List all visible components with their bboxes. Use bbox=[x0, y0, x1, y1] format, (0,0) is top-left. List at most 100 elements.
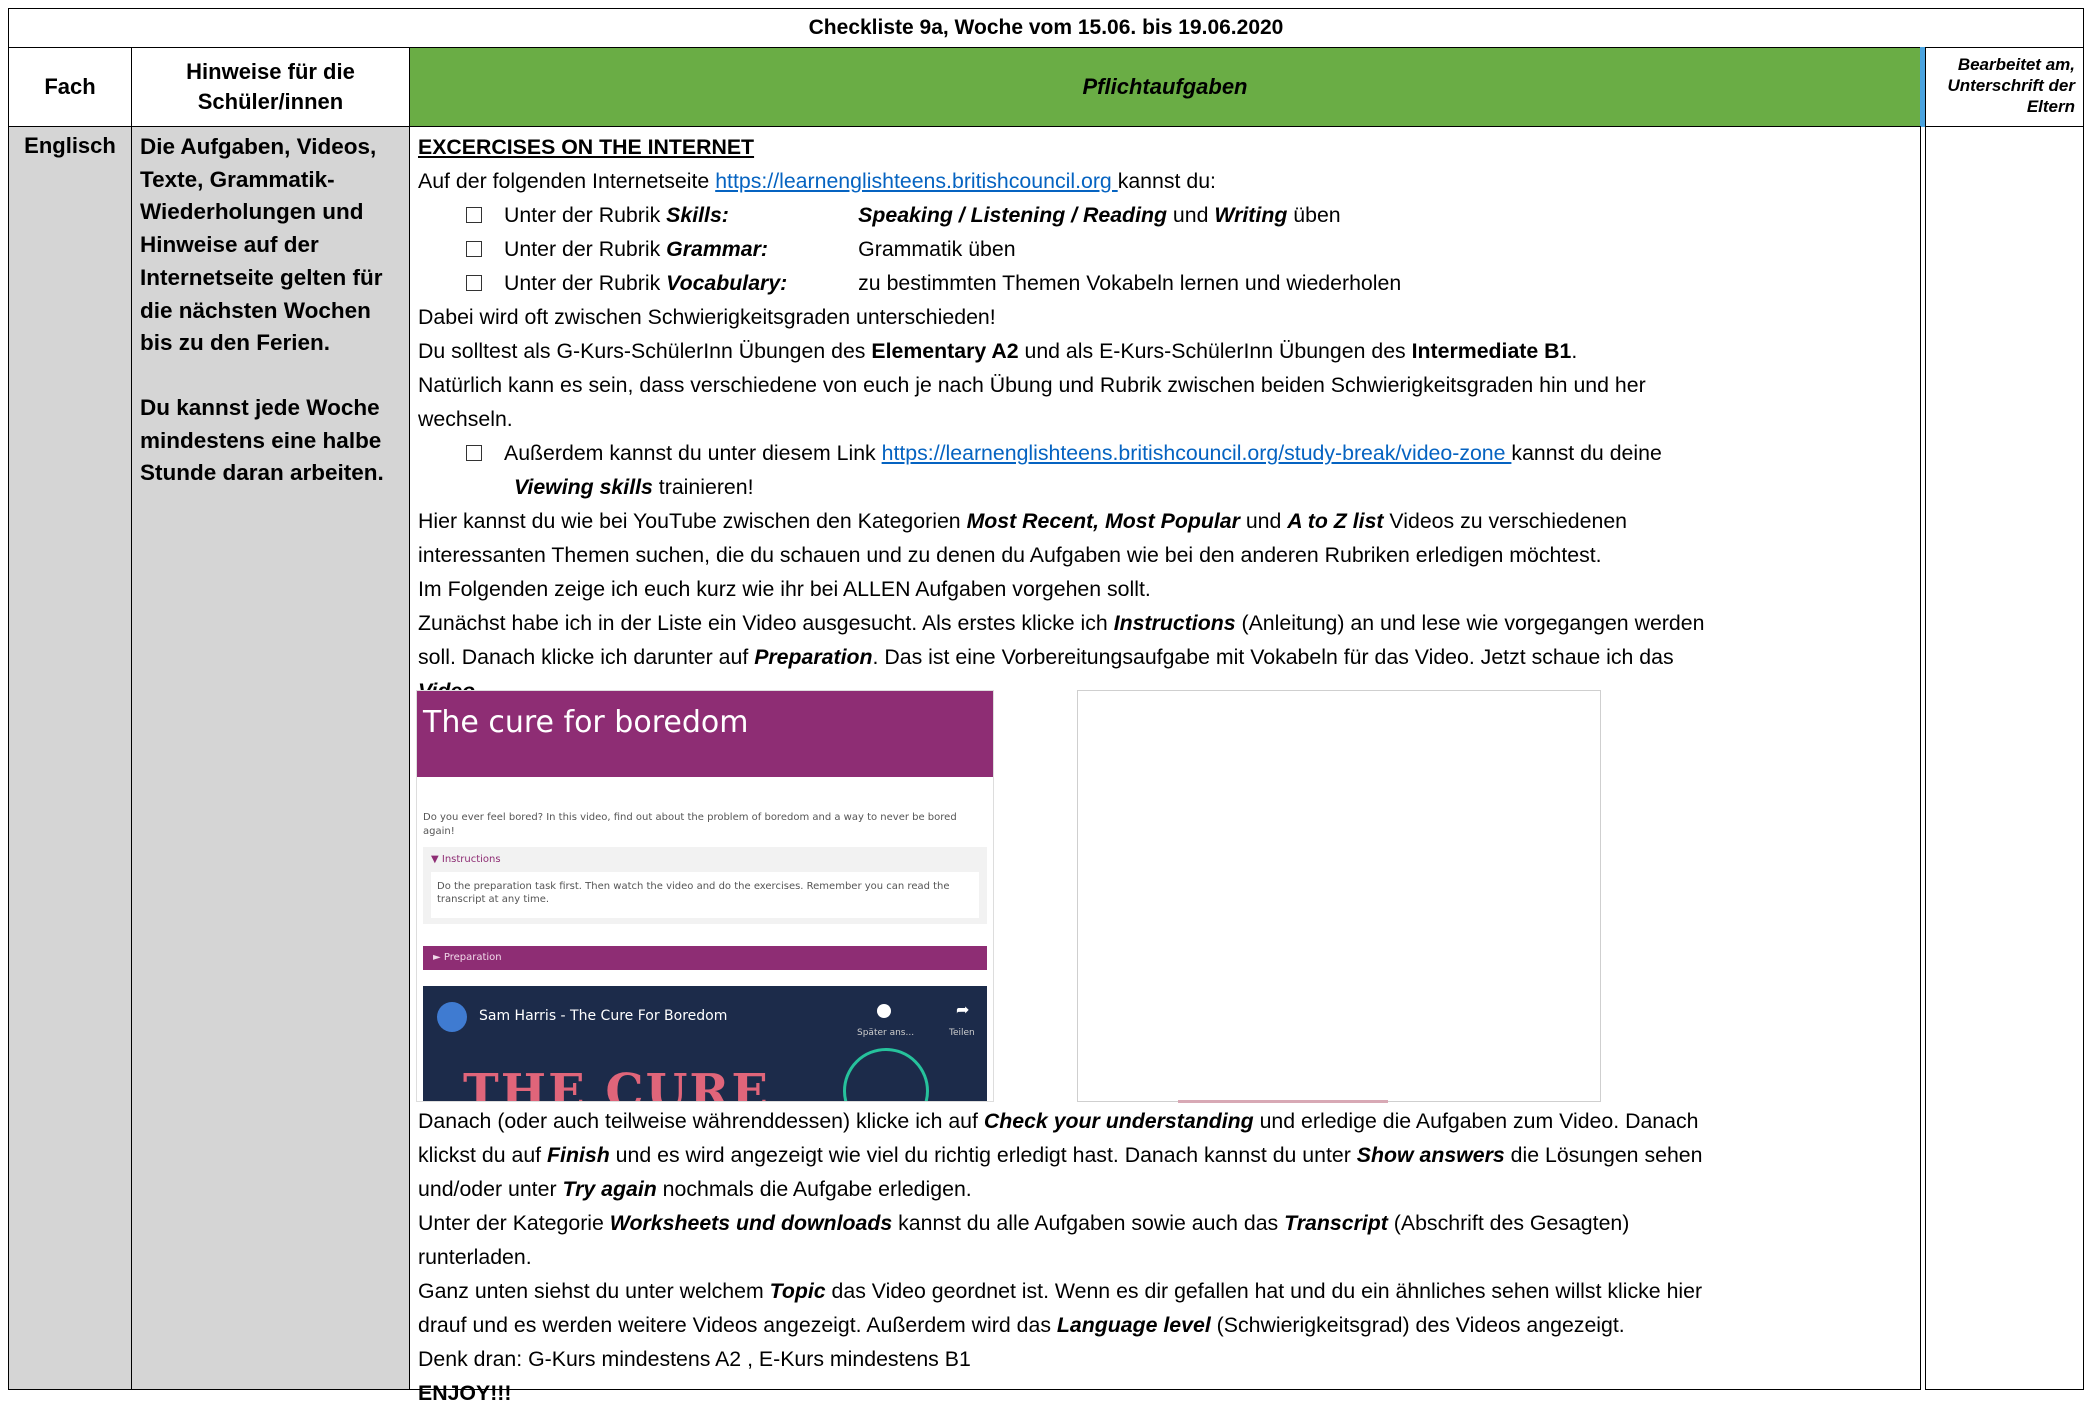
bullet-video-zone: Außerdem kannst du unter diesem Link htt… bbox=[418, 436, 1916, 470]
header-fach: Fach bbox=[8, 47, 132, 127]
bullet-text: Unter der Rubrik bbox=[504, 271, 667, 295]
video-title: Sam Harris - The Cure For Boredom bbox=[479, 1008, 728, 1024]
instructions-label: Instructions bbox=[1113, 611, 1236, 635]
text: und bbox=[1239, 509, 1288, 533]
header-pflichtaufgaben: Pflichtaufgaben bbox=[409, 47, 1921, 127]
checkbox-icon bbox=[466, 207, 482, 223]
screenshot-description: Do you ever feel bored? In this video, f… bbox=[423, 812, 957, 837]
show-answers-label: Show answers bbox=[1356, 1143, 1505, 1167]
screenshot-title: The cure for boredom bbox=[417, 691, 993, 777]
denk-dran-line: Denk dran: G-Kurs mindestens A2 , E-Kurs… bbox=[418, 1347, 971, 1371]
text: trainieren! bbox=[652, 475, 754, 499]
zunaechst-line-2: soll. Danach klicke ich darunter auf Pre… bbox=[418, 640, 1916, 674]
task-content: EXCERCISES ON THE INTERNET Auf der folge… bbox=[418, 130, 1916, 708]
try-again-label: Try again bbox=[562, 1177, 657, 1201]
level-b1: Intermediate B1 bbox=[1411, 339, 1572, 363]
danach-line-3: und/oder unter Try again nochmals die Au… bbox=[418, 1172, 1916, 1206]
video-player: Sam Harris - The Cure For Boredom Später… bbox=[423, 986, 987, 1102]
zunaechst-line-1: Zunächst habe ich in der Liste ein Video… bbox=[418, 606, 1916, 640]
vocabulary-label: Vocabulary: bbox=[666, 271, 788, 295]
bullet-post: zu bestimmten Themen Vokabeln lernen und… bbox=[858, 271, 1402, 295]
text: (Anleitung) an und lese wie vorgegangen … bbox=[1235, 611, 1705, 635]
bullet-text: Außerdem kannst du unter diesem Link bbox=[504, 441, 882, 465]
folgenden-line: Im Folgenden zeige ich euch kurz wie ihr… bbox=[418, 577, 1151, 601]
share-label: Teilen bbox=[949, 1028, 975, 1038]
und-text: und bbox=[1167, 203, 1215, 227]
share-icon: ➦ bbox=[956, 1002, 970, 1019]
difficulty-line: Dabei wird oft zwischen Schwierigkeitsgr… bbox=[418, 305, 996, 329]
finish-label: Finish bbox=[547, 1143, 610, 1167]
natuerlich-line-2: wechseln. bbox=[418, 407, 513, 431]
hinweise-text-1: Die Aufgaben, Videos, Texte, Grammatik-W… bbox=[140, 134, 383, 356]
header-bearbeitet: Bearbeitet am, Unterschrift der Eltern bbox=[1925, 47, 2084, 127]
face-graphic-icon bbox=[843, 1048, 929, 1101]
az-list-label: A to Z list bbox=[1287, 509, 1384, 533]
writing-label: Writing bbox=[1214, 203, 1288, 227]
instructions-toggle: ▼ Instructions bbox=[431, 854, 501, 865]
text: und/oder unter bbox=[418, 1177, 563, 1201]
text: Videos zu verschiedenen bbox=[1383, 509, 1628, 533]
level-line: Du solltest als G-Kurs-SchülerInn Übunge… bbox=[418, 334, 1916, 368]
level-a2: Elementary A2 bbox=[871, 339, 1019, 363]
video-page-screenshot: The cure for boredom Do you ever feel bo… bbox=[416, 690, 994, 1102]
viewing-skills-label: Viewing skills bbox=[514, 475, 653, 499]
bullet-post: üben bbox=[1287, 203, 1341, 227]
preparation-label: Preparation bbox=[754, 645, 873, 669]
checkbox-icon bbox=[466, 445, 482, 461]
intro-text: Auf der folgenden Internetseite bbox=[418, 169, 716, 193]
text: soll. Danach klicke ich darunter auf bbox=[418, 645, 755, 669]
preparation-toggle: ► Preparation bbox=[423, 946, 987, 970]
text: Unter der Kategorie bbox=[418, 1211, 610, 1235]
text: Ganz unten siehst du unter welchem bbox=[418, 1279, 770, 1303]
blank-screenshot bbox=[1077, 690, 1601, 1103]
skills-label: Skills: bbox=[666, 203, 729, 227]
transcript-label: Transcript bbox=[1284, 1211, 1388, 1235]
topic-label: Topic bbox=[769, 1279, 826, 1303]
viewing-skills-line: Viewing skills trainieren! bbox=[418, 470, 1916, 504]
link-video-zone[interactable]: https://learnenglishteens.britishcouncil… bbox=[882, 441, 1512, 465]
enjoy-line: ENJOY!!! bbox=[418, 1381, 512, 1405]
task-content-lower: Danach (oder auch teilweise währenddesse… bbox=[418, 1104, 1916, 1410]
bullet-post: kannst du deine bbox=[1511, 441, 1662, 465]
text: kannst du alle Aufgaben sowie auch das bbox=[892, 1211, 1285, 1235]
worksheets-line-2: runterladen. bbox=[418, 1245, 532, 1269]
fach-label: Englisch bbox=[24, 133, 116, 158]
text: und als E-Kurs-SchülerInn Übungen des bbox=[1018, 339, 1412, 363]
link-britishcouncil[interactable]: https://learnenglishteens.britishcouncil… bbox=[715, 169, 1118, 193]
bullet-post: Grammatik üben bbox=[858, 237, 1016, 261]
task-heading: EXCERCISES ON THE INTERNET bbox=[418, 135, 755, 159]
intro-post: kannst du: bbox=[1117, 169, 1216, 193]
checkbox-icon bbox=[466, 275, 482, 291]
danach-line-2: klickst du auf Finish und es wird angeze… bbox=[418, 1138, 1916, 1172]
video-overlay-text: THE CURE bbox=[463, 1064, 770, 1102]
checkbox-icon bbox=[466, 241, 482, 257]
language-level-label: Language level bbox=[1056, 1313, 1211, 1337]
ganz-unten-line-2: drauf und es werden weitere Videos angez… bbox=[418, 1308, 1916, 1342]
text: drauf und es werden weitere Videos angez… bbox=[418, 1313, 1057, 1337]
text: Zunächst habe ich in der Liste ein Video… bbox=[418, 611, 1114, 635]
channel-logo-icon bbox=[437, 1002, 467, 1032]
skills-items: Speaking / Listening / Reading bbox=[858, 203, 1168, 227]
bullet-vocabulary: Unter der Rubrik Vocabulary: zu bestimmte… bbox=[418, 266, 1916, 300]
text: das Video geordnet ist. Wenn es dir gefa… bbox=[825, 1279, 1703, 1303]
grammar-label: Grammar: bbox=[666, 237, 768, 261]
clock-icon bbox=[877, 1004, 891, 1018]
text: (Schwierigkeitsgrad) des Videos angezeig… bbox=[1210, 1313, 1625, 1337]
cell-bearbeitet bbox=[1925, 126, 2084, 1390]
bullet-skills: Unter der Rubrik Skills: Speaking / Liste… bbox=[418, 198, 1916, 232]
screenshot-instructions: ▼ Instructions Do the preparation task f… bbox=[423, 847, 987, 924]
text: und erledige die Aufgaben zum Video. Dan… bbox=[1253, 1109, 1699, 1133]
instructions-text: Do the preparation task first. Then watc… bbox=[431, 872, 979, 918]
worksheets-line-1: Unter der Kategorie Worksheets und downl… bbox=[418, 1206, 1916, 1240]
header-hinweise: Hinweise für die Schüler/innen bbox=[131, 47, 410, 127]
text: (Abschrift des Gesagten) bbox=[1387, 1211, 1630, 1235]
cell-fach: Englisch bbox=[8, 126, 132, 1390]
text: nochmals die Aufgabe erledigen. bbox=[656, 1177, 972, 1201]
screenshot-edge-mark bbox=[1178, 1100, 1388, 1103]
text: . bbox=[1571, 339, 1578, 363]
worksheets-label: Worksheets und downloads bbox=[609, 1211, 893, 1235]
ganz-unten-line-1: Ganz unten siehst du unter welchem Topic… bbox=[418, 1274, 1916, 1308]
text: Danach (oder auch teilweise währenddesse… bbox=[418, 1109, 984, 1133]
text: Hier kannst du wie bei YouTube zwischen … bbox=[418, 509, 967, 533]
categories-label: Most Recent, Most Popular bbox=[966, 509, 1240, 533]
